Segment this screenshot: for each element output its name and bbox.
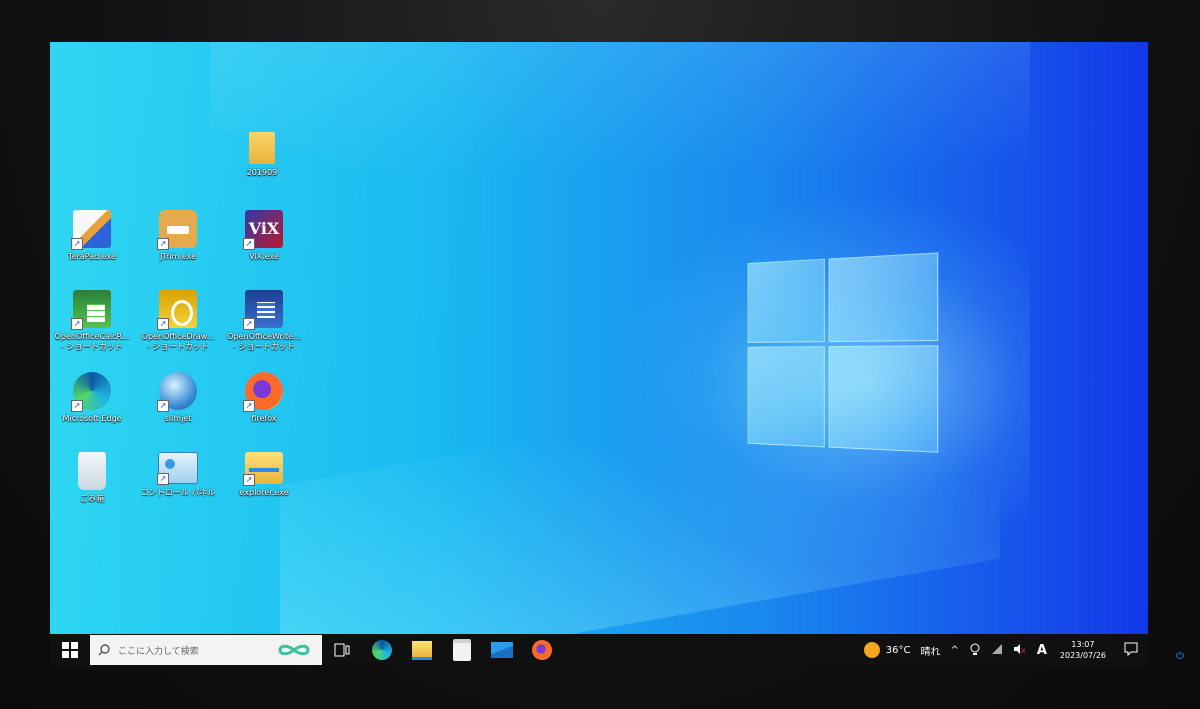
taskbar: ここに入力して検索 36°C 晴れ ^ x A 13:07 2023/07/26	[50, 634, 1148, 666]
tray-meet-now-icon[interactable]	[964, 643, 986, 658]
folder-icon	[249, 132, 275, 164]
power-button-icon: ⏻	[1176, 652, 1186, 662]
icon-label: OpenOfficeCalcR...	[50, 332, 134, 342]
shortcut-arrow-icon: ↗	[71, 400, 83, 412]
sun-icon	[864, 642, 880, 658]
edge-icon: ↗	[73, 372, 111, 410]
shortcut-arrow-icon: ↗	[157, 473, 169, 485]
icon-label-suffix: - ショートカット	[222, 342, 306, 352]
ime-indicator[interactable]: A	[1032, 643, 1052, 658]
desktop-icon-terapad[interactable]: ↗ TeraPad.exe	[50, 210, 134, 262]
openoffice-writer-icon: ↗	[245, 290, 283, 328]
desktop-icon-jtrim[interactable]: ↗ JTrim.exe	[136, 210, 220, 262]
shortcut-arrow-icon: ↗	[71, 318, 83, 330]
search-icon	[98, 644, 110, 656]
slimjet-icon: ↗	[159, 372, 197, 410]
icon-label: slimjet	[136, 414, 220, 424]
desktop-icon-openoffice-calc[interactable]: ↗ OpenOfficeCalcR... - ショートカット	[50, 290, 134, 352]
icon-label: ViX.exe	[222, 252, 306, 262]
folder-icon	[412, 641, 432, 660]
search-placeholder: ここに入力して検索	[118, 644, 274, 657]
windows-start-icon	[62, 642, 78, 658]
icon-label-suffix: - ショートカット	[136, 342, 220, 352]
edge-icon	[372, 640, 392, 660]
taskbar-file-explorer[interactable]	[402, 634, 442, 666]
store-icon	[453, 639, 471, 661]
desktop-icon-explorer[interactable]: ↗ explorer.exe	[222, 452, 306, 498]
shortcut-arrow-icon: ↗	[243, 238, 255, 250]
tray-network-icon[interactable]	[986, 643, 1008, 658]
network-icon	[991, 643, 1003, 655]
windows-logo-wallpaper	[748, 252, 939, 468]
shortcut-arrow-icon: ↗	[157, 318, 169, 330]
openoffice-calc-icon: ↗	[73, 290, 111, 328]
icon-label: OpenOfficeDraw...	[136, 332, 220, 342]
clock-time: 13:07	[1060, 639, 1106, 650]
terapad-icon: ↗	[73, 210, 111, 248]
weather-temp: 36°C	[886, 645, 911, 656]
desktop-icon-recycle-bin[interactable]: ごみ箱	[50, 452, 134, 504]
weather-widget[interactable]: 36°C 晴れ	[859, 642, 946, 658]
notification-icon	[1124, 642, 1138, 656]
notification-center-button[interactable]	[1114, 642, 1148, 659]
icon-label: explorer.exe	[222, 488, 306, 498]
jtrim-icon: ↗	[159, 210, 197, 248]
control-panel-icon: ↗	[158, 452, 198, 484]
show-hidden-icons-button[interactable]: ^	[945, 645, 963, 656]
openoffice-draw-icon: ↗	[159, 290, 197, 328]
tray-volume-icon[interactable]: x	[1008, 643, 1032, 658]
icon-label: TeraPad.exe	[50, 252, 134, 262]
search-box[interactable]: ここに入力して検索	[90, 635, 322, 665]
webcam-icon	[969, 643, 981, 655]
svg-text:x: x	[1021, 646, 1026, 655]
shortcut-arrow-icon: ↗	[243, 318, 255, 330]
recycle-bin-icon	[78, 452, 106, 490]
mail-icon	[491, 642, 513, 658]
desktop-icon-control-panel[interactable]: ↗ コントロール パネル	[136, 452, 220, 498]
task-view-icon	[334, 643, 350, 657]
taskbar-edge[interactable]	[362, 634, 402, 666]
file-explorer-icon: ↗	[245, 452, 283, 484]
desktop-icon-201909[interactable]: 201909	[220, 132, 304, 178]
desktop-icon-slimjet[interactable]: ↗ slimjet	[136, 372, 220, 424]
shortcut-arrow-icon: ↗	[157, 238, 169, 250]
firefox-icon	[532, 640, 552, 660]
icon-label: JTrim.exe	[136, 252, 220, 262]
chevron-up-icon: ^	[950, 645, 958, 656]
clock[interactable]: 13:07 2023/07/26	[1052, 639, 1114, 661]
start-button[interactable]	[50, 634, 90, 666]
desktop-icon-vix[interactable]: ViX ↗ ViX.exe	[222, 210, 306, 262]
icon-label: firefox	[222, 414, 306, 424]
desktop-icon-openoffice-writer[interactable]: ↗ OpenOfficeWrite... - ショートカット	[222, 290, 306, 352]
weather-text: 晴れ	[920, 643, 940, 658]
icon-label-suffix: - ショートカット	[50, 342, 134, 352]
clock-date: 2023/07/26	[1060, 650, 1106, 661]
taskbar-store[interactable]	[442, 634, 482, 666]
desktop-icon-firefox[interactable]: ↗ firefox	[222, 372, 306, 424]
icon-label: OpenOfficeWrite...	[222, 332, 306, 342]
icon-label: Microsoft Edge	[50, 414, 134, 424]
shortcut-arrow-icon: ↗	[71, 238, 83, 250]
desktop-icon-openoffice-draw[interactable]: ↗ OpenOfficeDraw... - ショートカット	[136, 290, 220, 352]
firefox-icon: ↗	[245, 372, 283, 410]
icon-label: 201909	[220, 168, 304, 178]
icon-label: コントロール パネル	[136, 488, 220, 498]
shortcut-arrow-icon: ↗	[243, 474, 255, 486]
shortcut-arrow-icon: ↗	[157, 400, 169, 412]
vix-icon: ViX ↗	[245, 210, 283, 248]
icon-label: ごみ箱	[50, 494, 134, 504]
desktop-icon-microsoft-edge[interactable]: ↗ Microsoft Edge	[50, 372, 134, 424]
shortcut-arrow-icon: ↗	[243, 400, 255, 412]
desktop-screen: 201909 ↗ TeraPad.exe ↗ JTrim.exe ViX ↗ V…	[50, 42, 1148, 666]
taskbar-firefox[interactable]	[522, 634, 562, 666]
search-highlight-icon	[274, 639, 314, 661]
volume-muted-icon: x	[1013, 643, 1027, 655]
task-view-button[interactable]	[322, 634, 362, 666]
taskbar-mail[interactable]	[482, 634, 522, 666]
system-tray: 36°C 晴れ ^ x A 13:07 2023/07/26	[859, 634, 1148, 666]
